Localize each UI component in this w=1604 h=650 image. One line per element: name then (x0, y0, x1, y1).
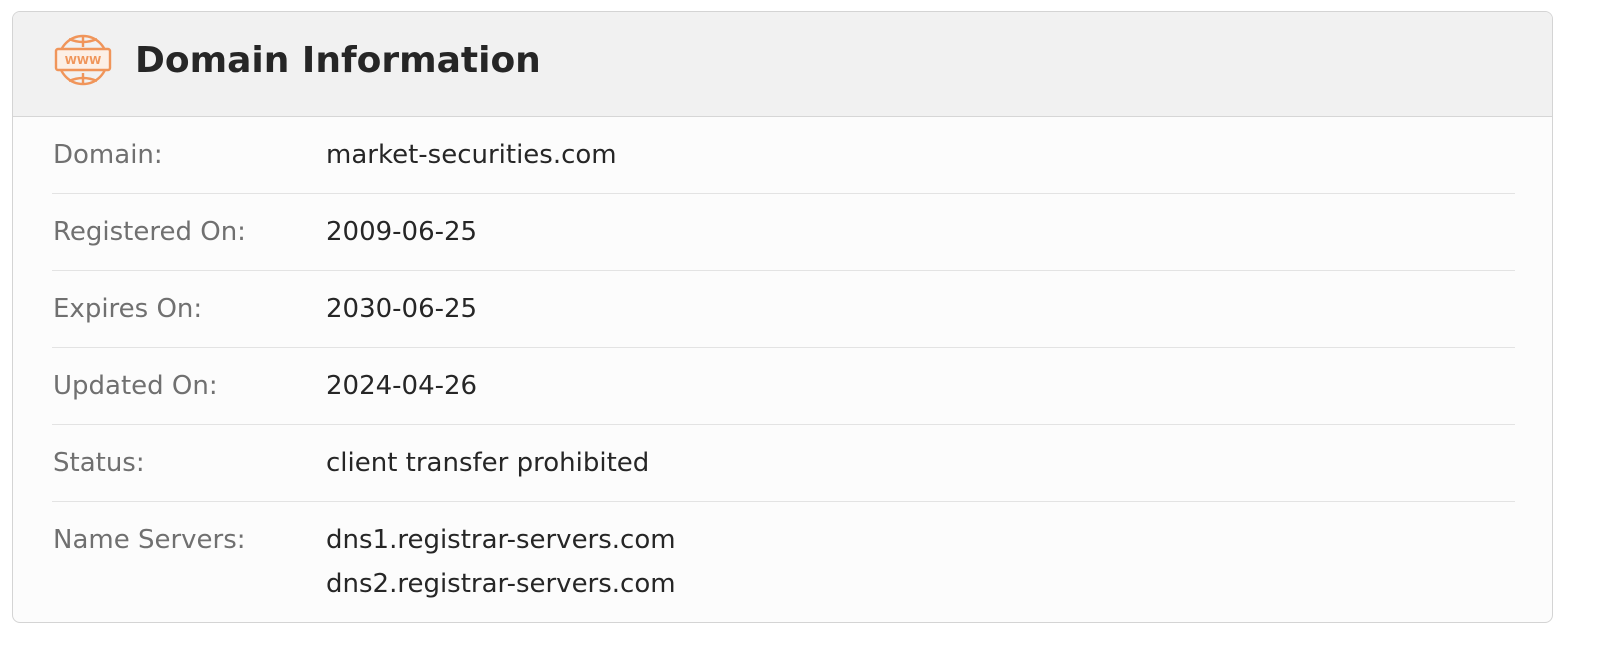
domain-information-card: WWW Domain Information Domain: market-se… (12, 11, 1553, 623)
row-label: Domain: (53, 140, 163, 170)
info-row-updated-on: Updated On: 2024-04-26 (52, 348, 1515, 425)
info-row-status: Status: client transfer prohibited (52, 425, 1515, 502)
info-row-registered-on: Registered On: 2009-06-25 (52, 194, 1515, 271)
www-globe-icon: WWW (54, 34, 112, 86)
row-value: 2024-04-26 (326, 371, 478, 401)
name-server: dns2.registrar-servers.com (326, 569, 676, 599)
info-row-expires-on: Expires On: 2030-06-25 (52, 271, 1515, 348)
card-header: WWW Domain Information (13, 12, 1552, 117)
info-row-domain: Domain: market-securities.com (52, 117, 1515, 194)
row-value: client transfer prohibited (326, 448, 650, 478)
domain-info-table: Domain: market-securities.com Registered… (52, 117, 1515, 612)
row-value: market-securities.com (326, 140, 617, 170)
row-label: Expires On: (53, 294, 203, 324)
name-server-list: dns1.registrar-servers.com dns2.registra… (326, 522, 676, 610)
row-label: Name Servers: (53, 525, 246, 555)
name-server: dns1.registrar-servers.com (326, 525, 676, 555)
row-value: 2030-06-25 (326, 294, 478, 324)
row-label: Registered On: (53, 217, 246, 247)
row-label: Updated On: (53, 371, 218, 401)
svg-text:WWW: WWW (65, 54, 101, 67)
row-value: 2009-06-25 (326, 217, 478, 247)
row-label: Status: (53, 448, 145, 478)
info-row-name-servers: Name Servers: dns1.registrar-servers.com… (52, 502, 1515, 612)
card-title: Domain Information (135, 40, 541, 81)
